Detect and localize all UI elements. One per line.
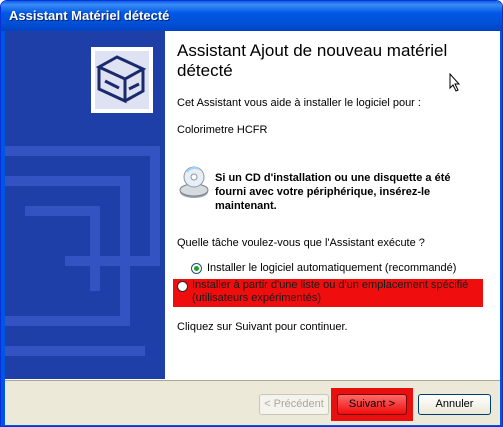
wizard-window: Assistant Matériel détecté Assistant Ajo…	[0, 0, 503, 427]
wizard-content: Assistant Ajout de nouveau matériel déte…	[165, 31, 500, 379]
wizard-side-banner	[5, 31, 165, 379]
mouse-cursor-icon	[449, 73, 461, 92]
wizard-heading: Assistant Ajout de nouveau matériel déte…	[177, 41, 448, 80]
device-name: Colorimetre HCFR	[177, 124, 268, 136]
hardware-install-icon	[91, 47, 153, 113]
option-advanced[interactable]: Installer à partir d'une liste ou d'un e…	[173, 279, 483, 307]
option-automatic-label: Installer le logiciel automatiquement (r…	[207, 262, 457, 274]
next-button-highlight: Suivant >	[331, 388, 413, 421]
task-question: Quelle tâche voulez-vous que l'Assistant…	[177, 237, 425, 249]
option-advanced-label: Installer à partir d'une liste ou d'un e…	[192, 279, 469, 304]
window-title: Assistant Matériel détecté	[9, 8, 170, 23]
button-bar: < Précédent Suivant > Annuler	[5, 379, 500, 425]
radio-advanced[interactable]	[177, 281, 188, 292]
title-bar[interactable]: Assistant Matériel détecté	[1, 1, 502, 31]
cancel-button[interactable]: Annuler	[418, 394, 491, 415]
radio-automatic[interactable]	[191, 263, 202, 274]
intro-text: Cet Assistant vous aide à installer le l…	[177, 97, 421, 109]
cd-icon	[179, 166, 209, 198]
cd-notice: Si un CD d'installation ou une disquette…	[215, 172, 451, 212]
back-button[interactable]: < Précédent	[259, 394, 329, 415]
radio-selected-dot	[194, 266, 199, 271]
continue-text: Cliquez sur Suivant pour continuer.	[177, 321, 348, 333]
next-button[interactable]: Suivant >	[337, 394, 407, 415]
